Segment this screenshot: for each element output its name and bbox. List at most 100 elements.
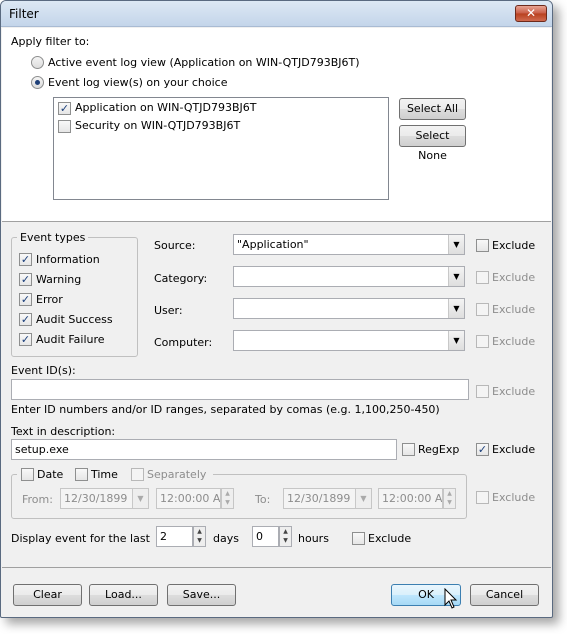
category-exclude-label: Exclude (492, 271, 536, 284)
chevron-down-icon[interactable]: ▼ (448, 331, 464, 350)
spin-arrows-icon[interactable]: ▲ ▼ (279, 526, 292, 547)
divider (2, 567, 551, 568)
computer-exclude-checkbox[interactable] (476, 335, 489, 348)
to-date-value: 12/30/1899 (287, 492, 351, 505)
source-value: "Application" (237, 238, 309, 251)
close-button[interactable]: ✕ (515, 5, 547, 22)
to-label: To: (255, 493, 271, 506)
category-combo[interactable]: ▼ (233, 266, 465, 287)
computer-combo[interactable]: ▼ (233, 330, 465, 351)
apply-filter-heading: Apply filter to: (11, 35, 90, 48)
hours-value: 0 (256, 530, 263, 543)
event-log-views-list[interactable]: ✓ Application on WIN-QTJD793BJ6T Securit… (53, 97, 389, 200)
last-exclude-label: Exclude (368, 532, 412, 545)
mouse-pointer-icon (444, 588, 458, 609)
last-period-label: Display event for the last (11, 532, 150, 545)
chevron-down-icon[interactable]: ▼ (355, 489, 371, 508)
event-id-label: Event ID(s): (11, 364, 76, 377)
source-exclude-label: Exclude (492, 239, 536, 252)
radio-active-view-label: Active event log view (Application on WI… (48, 56, 360, 69)
description-value: setup.exe (15, 443, 69, 456)
time-label: Time (91, 468, 118, 481)
view-application-checkbox[interactable]: ✓ (58, 102, 71, 115)
type-warning-checkbox[interactable]: ✓ (19, 273, 32, 286)
type-audit-failure-checkbox[interactable]: ✓ (19, 333, 32, 346)
datetime-group-header: Date Time Separately (17, 467, 213, 483)
datetime-exclude-checkbox[interactable] (476, 491, 489, 504)
user-exclude-checkbox[interactable] (476, 303, 489, 316)
type-audit-success-checkbox[interactable]: ✓ (19, 313, 32, 326)
cancel-button[interactable]: Cancel (470, 584, 539, 606)
spin-arrows-icon[interactable]: ▲ ▼ (221, 488, 234, 509)
event-id-exclude-label: Exclude (492, 385, 536, 398)
type-audit-failure-label: Audit Failure (36, 333, 105, 346)
from-time-value: 12:00:00 AM (160, 492, 221, 505)
select-all-button[interactable]: Select All (399, 98, 466, 120)
list-item: Security on WIN-QTJD793BJ6T (75, 119, 241, 132)
type-information-checkbox[interactable]: ✓ (19, 253, 32, 266)
separately-label: Separately (147, 468, 207, 481)
date-label: Date (37, 468, 64, 481)
from-label: From: (22, 493, 53, 506)
list-item: Application on WIN-QTJD793BJ6T (75, 101, 257, 114)
type-warning-label: Warning (36, 273, 82, 286)
regexp-label: RegExp (418, 443, 460, 456)
spin-arrows-icon[interactable]: ▲ ▼ (443, 488, 456, 509)
hours-input[interactable]: 0 (252, 526, 279, 547)
source-label: Source: (154, 239, 196, 252)
close-icon: ✕ (525, 6, 537, 20)
chevron-down-icon[interactable]: ▼ (448, 267, 464, 286)
source-exclude-checkbox[interactable] (476, 239, 489, 252)
spin-arrows-icon[interactable]: ▲ ▼ (193, 526, 206, 547)
regexp-checkbox[interactable] (402, 443, 415, 456)
user-label: User: (154, 304, 183, 317)
radio-active-view[interactable] (31, 56, 44, 69)
save-button[interactable]: Save... (167, 584, 236, 606)
description-exclude-checkbox[interactable]: ✓ (476, 443, 489, 456)
event-id-exclude-checkbox[interactable] (476, 385, 489, 398)
title-bar: Filter ✕ (1, 1, 552, 27)
from-date-value: 12/30/1899 (64, 492, 128, 505)
event-id-input[interactable] (11, 379, 469, 400)
event-id-hint: Enter ID numbers and/or ID ranges, separ… (11, 403, 440, 416)
description-exclude-label: Exclude (492, 443, 536, 456)
separately-checkbox[interactable] (131, 468, 144, 481)
chevron-down-icon[interactable]: ▼ (448, 235, 464, 254)
last-exclude-checkbox[interactable] (352, 532, 365, 545)
source-combo[interactable]: "Application" ▼ (233, 234, 465, 255)
computer-label: Computer: (154, 336, 213, 349)
to-time-value: 12:00:00 AM (382, 492, 443, 505)
type-audit-success-label: Audit Success (36, 313, 113, 326)
from-time-input[interactable]: 12:00:00 AM (156, 488, 221, 509)
from-date-picker[interactable]: 12/30/1899 ▼ (60, 488, 149, 509)
computer-exclude-label: Exclude (492, 335, 536, 348)
days-label: days (213, 532, 239, 545)
select-none-button[interactable]: Select None (399, 125, 466, 162)
date-checkbox[interactable] (21, 468, 34, 481)
description-input[interactable]: setup.exe (11, 439, 397, 460)
type-error-checkbox[interactable]: ✓ (19, 293, 32, 306)
filter-dialog: Filter ✕ Apply filter to: Active event l… (0, 0, 553, 618)
type-error-label: Error (36, 293, 63, 306)
category-exclude-checkbox[interactable] (476, 271, 489, 284)
window-title: Filter (9, 7, 39, 21)
radio-chosen-views[interactable] (31, 76, 44, 89)
load-button[interactable]: Load... (89, 584, 158, 606)
divider (2, 221, 551, 222)
to-time-input[interactable]: 12:00:00 AM (378, 488, 443, 509)
type-information-label: Information (36, 253, 100, 266)
description-label: Text in description: (11, 425, 116, 438)
view-security-checkbox[interactable] (58, 120, 71, 133)
radio-chosen-views-label: Event log view(s) on your choice (48, 76, 228, 89)
chevron-down-icon[interactable]: ▼ (132, 489, 148, 508)
clear-button[interactable]: Clear (13, 584, 82, 606)
days-value: 2 (160, 530, 167, 543)
event-types-title: Event types (17, 231, 89, 244)
to-date-picker[interactable]: 12/30/1899 ▼ (283, 488, 372, 509)
chevron-down-icon[interactable]: ▼ (448, 299, 464, 318)
time-checkbox[interactable] (75, 468, 88, 481)
days-input[interactable]: 2 (156, 526, 193, 547)
user-combo[interactable]: ▼ (233, 298, 465, 319)
user-exclude-label: Exclude (492, 303, 536, 316)
category-label: Category: (154, 272, 208, 285)
